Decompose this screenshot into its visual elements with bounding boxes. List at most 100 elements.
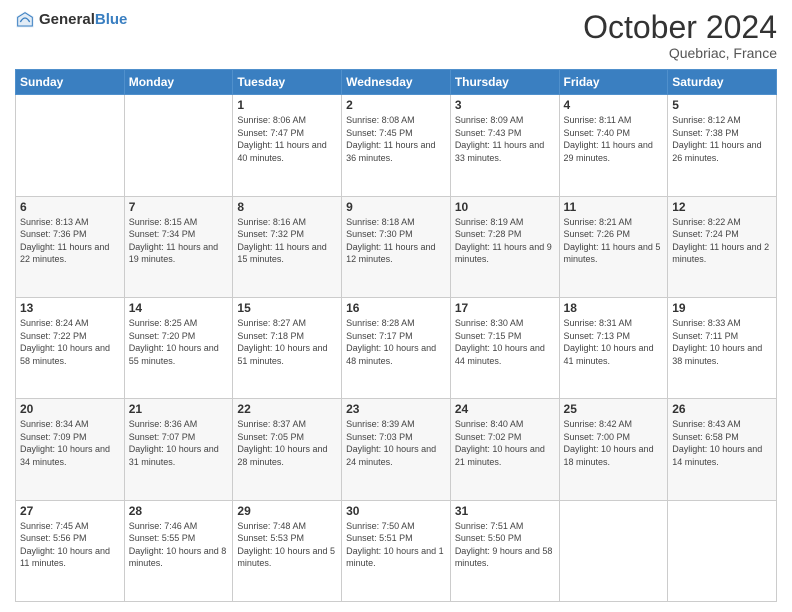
calendar-cell: 17Sunrise: 8:30 AMSunset: 7:15 PMDayligh… (450, 297, 559, 398)
day-number: 11 (564, 200, 664, 214)
day-info: Sunrise: 7:51 AMSunset: 5:50 PMDaylight:… (455, 520, 555, 570)
day-info: Sunrise: 8:16 AMSunset: 7:32 PMDaylight:… (237, 216, 337, 266)
day-number: 13 (20, 301, 120, 315)
day-number: 19 (672, 301, 772, 315)
header: General Blue October 2024 Quebriac, Fran… (15, 10, 777, 61)
day-info: Sunrise: 8:22 AMSunset: 7:24 PMDaylight:… (672, 216, 772, 266)
day-info: Sunrise: 8:42 AMSunset: 7:00 PMDaylight:… (564, 418, 664, 468)
day-info: Sunrise: 8:11 AMSunset: 7:40 PMDaylight:… (564, 114, 664, 164)
calendar-week-4: 20 Sunrise: 8:34 AMSunset: 7:09 PMDayligh… (16, 399, 777, 500)
day-number: 18 (564, 301, 664, 315)
calendar-cell: 2Sunrise: 8:08 AMSunset: 7:45 PMDaylight… (342, 95, 451, 196)
col-sunday: Sunday (16, 70, 125, 95)
logo-icon (15, 10, 35, 30)
calendar-cell: 22 Sunrise: 8:37 AMSunset: 7:05 PMDayligh… (233, 399, 342, 500)
day-info: Sunrise: 8:27 AMSunset: 7:18 PMDaylight:… (237, 317, 337, 367)
day-number: 16 (346, 301, 446, 315)
calendar-cell: 8 Sunrise: 8:16 AMSunset: 7:32 PMDaylight… (233, 196, 342, 297)
day-number: 15 (237, 301, 337, 315)
calendar-cell: 15 Sunrise: 8:27 AMSunset: 7:18 PMDayligh… (233, 297, 342, 398)
logo-text: General Blue (39, 12, 127, 29)
day-info: Sunrise: 7:50 AMSunset: 5:51 PMDaylight:… (346, 520, 446, 570)
calendar-cell: 5Sunrise: 8:12 AMSunset: 7:38 PMDaylight… (668, 95, 777, 196)
day-number: 24 (455, 402, 555, 416)
calendar-week-1: 1Sunrise: 8:06 AMSunset: 7:47 PMDaylight… (16, 95, 777, 196)
calendar-cell: 31Sunrise: 7:51 AMSunset: 5:50 PMDayligh… (450, 500, 559, 601)
calendar-cell: 4Sunrise: 8:11 AMSunset: 7:40 PMDaylight… (559, 95, 668, 196)
calendar-cell: 26Sunrise: 8:43 AMSunset: 6:58 PMDayligh… (668, 399, 777, 500)
col-monday: Monday (124, 70, 233, 95)
calendar-cell: 25 Sunrise: 8:42 AMSunset: 7:00 PMDayligh… (559, 399, 668, 500)
day-info: Sunrise: 8:06 AMSunset: 7:47 PMDaylight:… (237, 114, 337, 164)
day-number: 8 (237, 200, 337, 214)
day-number: 22 (237, 402, 337, 416)
calendar-table: Sunday Monday Tuesday Wednesday Thursday… (15, 69, 777, 602)
day-info: Sunrise: 8:19 AMSunset: 7:28 PMDaylight:… (455, 216, 555, 266)
calendar-cell: 24 Sunrise: 8:40 AMSunset: 7:02 PMDayligh… (450, 399, 559, 500)
calendar-cell: 28Sunrise: 7:46 AMSunset: 5:55 PMDayligh… (124, 500, 233, 601)
calendar-cell: 23 Sunrise: 8:39 AMSunset: 7:03 PMDayligh… (342, 399, 451, 500)
day-number: 23 (346, 402, 446, 416)
day-info: Sunrise: 8:31 AMSunset: 7:13 PMDaylight:… (564, 317, 664, 367)
calendar-cell: 9 Sunrise: 8:18 AMSunset: 7:30 PMDaylight… (342, 196, 451, 297)
calendar-cell: 10 Sunrise: 8:19 AMSunset: 7:28 PMDayligh… (450, 196, 559, 297)
col-wednesday: Wednesday (342, 70, 451, 95)
day-info: Sunrise: 8:13 AMSunset: 7:36 PMDaylight:… (20, 216, 120, 266)
calendar-cell: 1Sunrise: 8:06 AMSunset: 7:47 PMDaylight… (233, 95, 342, 196)
calendar-cell (16, 95, 125, 196)
day-number: 14 (129, 301, 229, 315)
day-number: 7 (129, 200, 229, 214)
day-info: Sunrise: 8:36 AMSunset: 7:07 PMDaylight:… (129, 418, 229, 468)
day-info: Sunrise: 8:09 AMSunset: 7:43 PMDaylight:… (455, 114, 555, 164)
logo-blue: Blue (95, 12, 128, 29)
calendar-cell: 7 Sunrise: 8:15 AMSunset: 7:34 PMDaylight… (124, 196, 233, 297)
day-number: 20 (20, 402, 120, 416)
title-block: October 2024 Quebriac, France (583, 10, 777, 61)
location-subtitle: Quebriac, France (583, 45, 777, 61)
day-info: Sunrise: 8:34 AMSunset: 7:09 PMDaylight:… (20, 418, 120, 468)
day-info: Sunrise: 8:25 AMSunset: 7:20 PMDaylight:… (129, 317, 229, 367)
day-number: 21 (129, 402, 229, 416)
day-info: Sunrise: 7:45 AMSunset: 5:56 PMDaylight:… (20, 520, 120, 570)
logo-general: General (39, 12, 95, 29)
day-info: Sunrise: 8:37 AMSunset: 7:05 PMDaylight:… (237, 418, 337, 468)
day-number: 5 (672, 98, 772, 112)
day-number: 30 (346, 504, 446, 518)
calendar-cell: 20 Sunrise: 8:34 AMSunset: 7:09 PMDayligh… (16, 399, 125, 500)
day-info: Sunrise: 8:39 AMSunset: 7:03 PMDaylight:… (346, 418, 446, 468)
day-info: Sunrise: 8:15 AMSunset: 7:34 PMDaylight:… (129, 216, 229, 266)
day-info: Sunrise: 8:21 AMSunset: 7:26 PMDaylight:… (564, 216, 664, 266)
calendar-week-2: 6Sunrise: 8:13 AMSunset: 7:36 PMDaylight… (16, 196, 777, 297)
day-number: 25 (564, 402, 664, 416)
col-tuesday: Tuesday (233, 70, 342, 95)
day-number: 26 (672, 402, 772, 416)
day-info: Sunrise: 8:18 AMSunset: 7:30 PMDaylight:… (346, 216, 446, 266)
day-number: 9 (346, 200, 446, 214)
day-number: 27 (20, 504, 120, 518)
calendar-cell: 21 Sunrise: 8:36 AMSunset: 7:07 PMDayligh… (124, 399, 233, 500)
month-title: October 2024 (583, 10, 777, 45)
calendar-cell: 18 Sunrise: 8:31 AMSunset: 7:13 PMDayligh… (559, 297, 668, 398)
day-number: 2 (346, 98, 446, 112)
day-info: Sunrise: 8:40 AMSunset: 7:02 PMDaylight:… (455, 418, 555, 468)
calendar-cell: 3 Sunrise: 8:09 AMSunset: 7:43 PMDaylight… (450, 95, 559, 196)
calendar-cell (559, 500, 668, 601)
calendar-cell (668, 500, 777, 601)
col-saturday: Saturday (668, 70, 777, 95)
day-info: Sunrise: 8:33 AMSunset: 7:11 PMDaylight:… (672, 317, 772, 367)
day-number: 17 (455, 301, 555, 315)
calendar-week-5: 27 Sunrise: 7:45 AMSunset: 5:56 PMDayligh… (16, 500, 777, 601)
calendar-cell: 16 Sunrise: 8:28 AMSunset: 7:17 PMDayligh… (342, 297, 451, 398)
col-thursday: Thursday (450, 70, 559, 95)
day-number: 28 (129, 504, 229, 518)
day-number: 29 (237, 504, 337, 518)
day-info: Sunrise: 8:28 AMSunset: 7:17 PMDaylight:… (346, 317, 446, 367)
day-number: 10 (455, 200, 555, 214)
calendar-cell: 13 Sunrise: 8:24 AMSunset: 7:22 PMDayligh… (16, 297, 125, 398)
calendar-cell: 6Sunrise: 8:13 AMSunset: 7:36 PMDaylight… (16, 196, 125, 297)
day-number: 3 (455, 98, 555, 112)
day-info: Sunrise: 8:24 AMSunset: 7:22 PMDaylight:… (20, 317, 120, 367)
calendar-cell: 30 Sunrise: 7:50 AMSunset: 5:51 PMDayligh… (342, 500, 451, 601)
calendar-week-3: 13 Sunrise: 8:24 AMSunset: 7:22 PMDayligh… (16, 297, 777, 398)
calendar-cell: 27 Sunrise: 7:45 AMSunset: 5:56 PMDayligh… (16, 500, 125, 601)
